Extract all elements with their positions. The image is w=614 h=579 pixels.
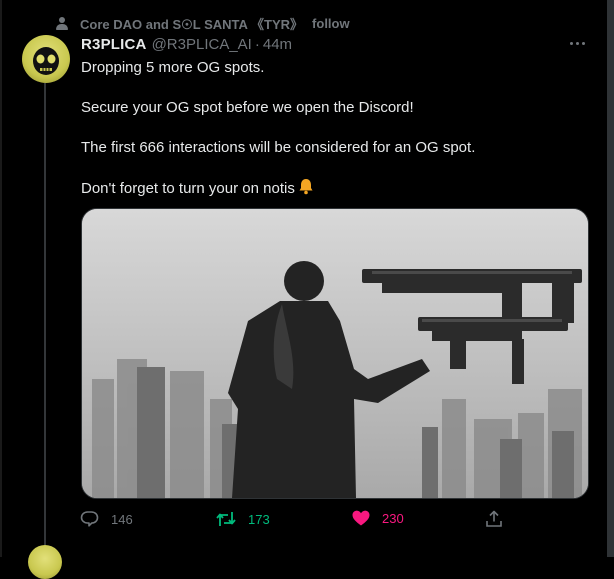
like-count: 230 <box>382 510 404 526</box>
tweet-line-2: Secure your OG spot before we open the D… <box>81 99 414 116</box>
tweet-line-3: The first 666 interactions will be consi… <box>81 139 476 156</box>
window-edge-left <box>0 0 2 557</box>
tweet-line-4-text: Don't forget to turn your on notis <box>81 180 295 197</box>
avatar[interactable] <box>22 35 70 83</box>
person-icon <box>56 16 68 31</box>
tweet-actions: 146 173 230 <box>80 510 600 532</box>
handle[interactable]: @R3PLICA_AI <box>152 36 252 53</box>
tweet-text: Dropping 5 more OG spots. Secure your OG… <box>81 58 591 198</box>
share-button[interactable] <box>485 510 503 528</box>
retweet-icon <box>216 512 236 526</box>
retweet-button[interactable]: 173 <box>216 510 270 528</box>
like-button[interactable]: 230 <box>352 510 404 526</box>
more-options-icon[interactable] <box>566 34 588 52</box>
separator: · <box>254 36 260 53</box>
next-tweet-avatar[interactable] <box>28 545 62 579</box>
reply-count: 146 <box>111 511 133 527</box>
social-context-text[interactable]: Core DAO and S☉L SANTA 《TYR》 <box>80 14 303 33</box>
tweet-line-1: Dropping 5 more OG spots. <box>81 59 265 76</box>
follow-label: follow <box>312 16 350 31</box>
tweet-media-image[interactable] <box>81 208 589 499</box>
timestamp[interactable]: 44m <box>263 36 292 53</box>
social-context: Core DAO and S☉L SANTA 《TYR》 follow <box>56 14 350 33</box>
bell-emoji <box>298 178 314 201</box>
tweet-header: R3PLICA @R3PLICA_AI · 44m <box>81 36 292 53</box>
thread-line <box>44 83 46 545</box>
scrollbar[interactable] <box>607 0 614 557</box>
retweet-count: 173 <box>248 511 270 527</box>
reply-icon <box>80 511 99 527</box>
tweet-line-4: Don't forget to turn your on notis <box>81 178 591 198</box>
share-icon <box>486 510 502 527</box>
heart-icon <box>352 510 370 526</box>
reply-button[interactable]: 146 <box>80 510 133 528</box>
display-name[interactable]: R3PLICA <box>81 36 147 53</box>
